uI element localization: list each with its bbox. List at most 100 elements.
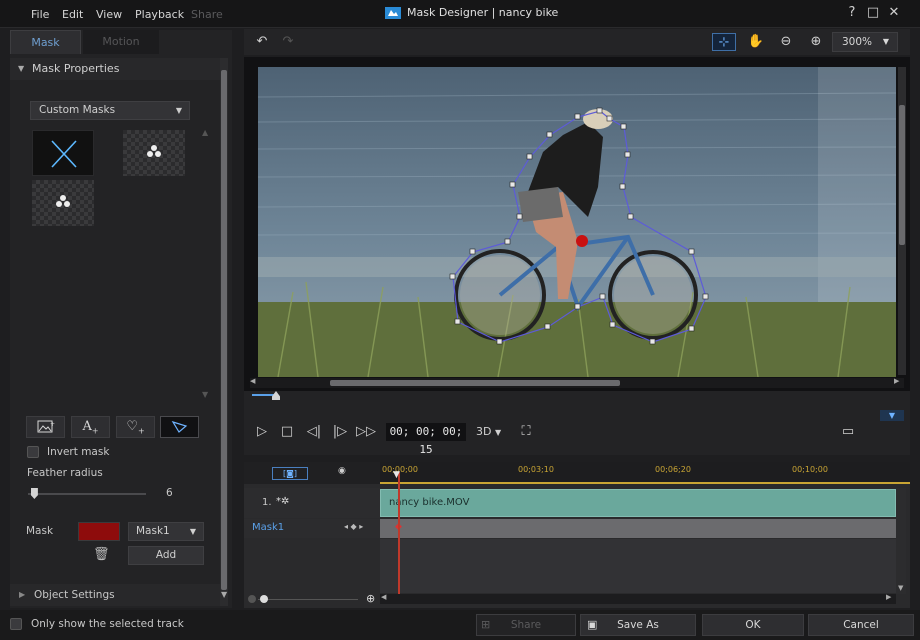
horizontal-scrollbar-thumb[interactable]	[330, 380, 620, 386]
object-settings-label: Object Settings	[34, 589, 115, 601]
chevron-down-icon: ▼	[175, 106, 182, 115]
mask-color-swatch[interactable]	[78, 522, 120, 541]
left-scrollbar[interactable]	[220, 58, 228, 606]
gallery-scroll-up-icon[interactable]: ▲	[202, 128, 208, 137]
timecode-display[interactable]: 00; 00; 00; 15	[386, 423, 466, 456]
track-1-header[interactable]: 1. *✲	[244, 488, 380, 518]
scroll-right-icon[interactable]: ▶	[886, 593, 891, 601]
display-mode-icon[interactable]: ▭	[838, 423, 858, 441]
timeline-header: [◙] ◉	[244, 462, 380, 484]
mask-track-header[interactable]: Mask1 ◂ ◆ ▸	[244, 519, 380, 538]
image-mask-button[interactable]: +	[26, 416, 65, 438]
stop-icon[interactable]: □	[277, 423, 297, 441]
mask-track-row[interactable]: ◆	[380, 519, 896, 538]
playhead-handle-icon[interactable]: ▼	[393, 470, 400, 480]
scroll-down-icon[interactable]: ▼	[221, 590, 227, 599]
keyframe-nav-icon[interactable]: ◂ ◆ ▸	[344, 522, 363, 531]
zoom-in-icon[interactable]: ⊕	[804, 33, 828, 51]
save-as-button[interactable]: ▣ Save As	[580, 614, 696, 636]
expand-triangle-icon: ▶	[19, 590, 26, 599]
scroll-left-icon[interactable]: ◀	[381, 593, 386, 601]
previous-frame-icon[interactable]: ◁|	[304, 423, 324, 441]
menu-playback[interactable]: Playback	[135, 8, 184, 21]
zoom-out-icon[interactable]: ⊖	[774, 33, 798, 51]
restore-button[interactable]: □	[866, 6, 880, 20]
zoom-out-timeline-icon[interactable]	[248, 595, 256, 603]
ok-button[interactable]: OK	[702, 614, 804, 636]
menu-edit[interactable]: Edit	[62, 8, 83, 21]
chevron-down-icon: ▼	[882, 37, 889, 46]
feather-radius-thumb[interactable]	[30, 488, 38, 499]
only-selected-track-label: Only show the selected track	[31, 618, 184, 630]
left-panel: Mask Motion ▼ Mask Properties Custom Mas…	[10, 30, 232, 608]
3d-mode-button[interactable]: 3D ▼	[476, 425, 501, 438]
pen-tool-icon	[171, 420, 187, 433]
ruler-label: 00;03;10	[518, 465, 554, 474]
scroll-right-icon[interactable]: ▶	[894, 377, 899, 385]
tab-mask[interactable]: Mask	[10, 30, 81, 54]
mask-thumb-none[interactable]	[32, 130, 94, 176]
undo-icon[interactable]: ↶	[250, 33, 274, 51]
menu-view[interactable]: View	[96, 8, 122, 21]
invert-mask-checkbox[interactable]	[27, 446, 39, 458]
only-selected-track-checkbox[interactable]	[10, 618, 22, 630]
heart-plus-icon: ♡+	[126, 419, 145, 436]
timeline-zoom-slider[interactable]	[258, 599, 358, 600]
window-title: Mask Designer | nancy bike	[385, 6, 558, 19]
zoom-in-timeline-icon[interactable]: ⊕	[366, 592, 375, 605]
video-frame[interactable]	[258, 67, 896, 377]
timeline-hscrollbar[interactable]: ◀ ▶	[380, 593, 896, 604]
fast-forward-icon[interactable]: ▷▷	[356, 423, 376, 441]
zoom-dropdown[interactable]: 300% ▼	[832, 32, 898, 52]
text-mask-button[interactable]: A+	[71, 416, 110, 438]
hand-tool-icon[interactable]: ✋	[744, 33, 768, 51]
fullscreen-icon[interactable]: ⛶	[516, 423, 536, 441]
mask-thumb-2[interactable]	[123, 130, 185, 176]
3d-mode-label: 3D	[476, 425, 492, 438]
menu-file[interactable]: File	[31, 8, 49, 21]
text-mask-icon: A+	[82, 419, 99, 436]
play-icon[interactable]: ▷	[252, 423, 272, 441]
scroll-left-icon[interactable]: ◀	[250, 377, 255, 385]
left-scrollbar-thumb[interactable]	[221, 70, 227, 590]
video-clip[interactable]: nancy bike.MOV	[380, 489, 896, 517]
position-slider-thumb[interactable]	[272, 391, 280, 400]
gallery-scroll-down-icon[interactable]: ▼	[202, 390, 208, 399]
pen-mask-button[interactable]	[160, 416, 199, 438]
trash-icon[interactable]: 🗑	[93, 547, 110, 562]
mask-track-label: Mask1	[252, 522, 285, 533]
mask-thumb-3[interactable]	[32, 180, 94, 226]
record-icon[interactable]: ◉	[338, 466, 346, 476]
mask-dropdown[interactable]: Mask1 ▼	[128, 522, 204, 541]
timeline-vscrollbar[interactable]: ▼	[896, 488, 906, 594]
mask-properties-header[interactable]: ▼ Mask Properties	[10, 58, 220, 80]
vertical-scrollbar[interactable]	[898, 67, 906, 375]
help-button[interactable]: ?	[845, 6, 859, 20]
object-settings-header[interactable]: ▶ Object Settings	[10, 584, 220, 606]
track-1-number: 1.	[262, 497, 272, 508]
next-frame-icon[interactable]: |▷	[330, 423, 350, 441]
custom-masks-value: Custom Masks	[39, 104, 116, 116]
collapse-triangle-icon: ▼	[18, 64, 25, 73]
timeline: [◙] ◉ 00;00;00 00;03;10 00;06;20 00;10;0…	[244, 462, 910, 608]
zoom-value: 300%	[842, 36, 873, 48]
horizontal-scrollbar[interactable]: ◀ ▶	[250, 377, 904, 388]
timeline-ruler[interactable]: 00;00;00 00;03;10 00;06;20 00;10;00	[380, 462, 910, 484]
vertical-scrollbar-thumb[interactable]	[899, 105, 905, 245]
custom-masks-dropdown[interactable]: Custom Masks ▼	[30, 101, 190, 120]
close-button[interactable]: ✕	[887, 6, 901, 20]
timeline-empty-area	[380, 539, 896, 593]
cancel-button[interactable]: Cancel	[808, 614, 914, 636]
scroll-down-icon[interactable]: ▼	[898, 584, 903, 592]
feather-radius-slider[interactable]	[28, 493, 146, 495]
fit-view-button[interactable]: [◙]	[272, 467, 308, 480]
feather-radius-value: 6	[166, 487, 173, 499]
add-mask-button[interactable]: Add	[128, 546, 204, 565]
shape-mask-button[interactable]: ♡+	[116, 416, 155, 438]
timeline-zoom-thumb[interactable]	[260, 595, 268, 603]
playhead[interactable]	[398, 472, 400, 598]
menu-share: Share	[191, 8, 223, 21]
select-tool-icon[interactable]: ⊹	[712, 33, 736, 51]
expand-panel-icon[interactable]: ▼	[880, 410, 904, 421]
invert-mask-label: Invert mask	[47, 446, 110, 458]
